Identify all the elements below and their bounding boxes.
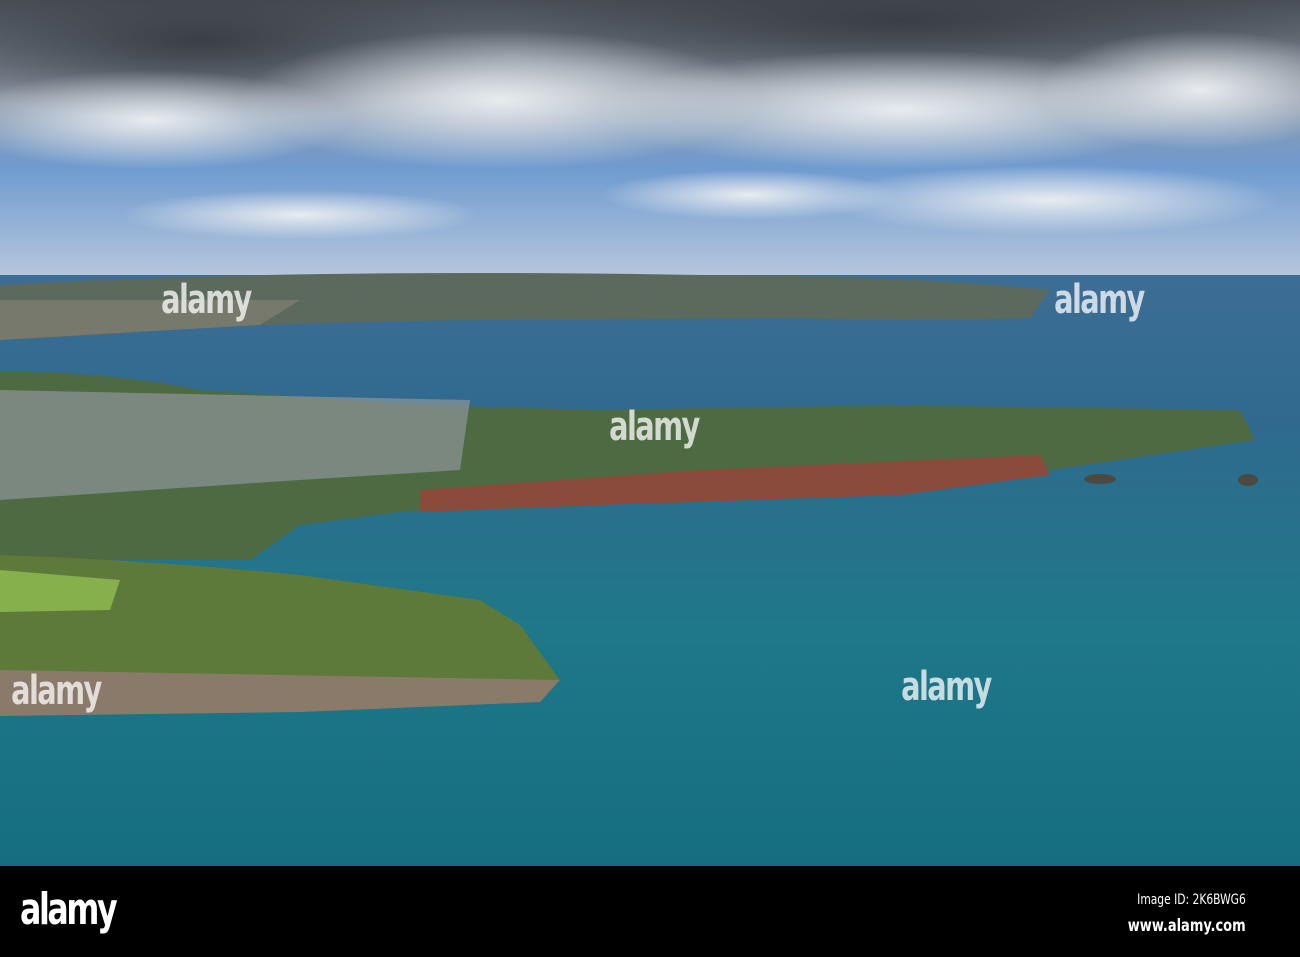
- footer-bar: alamy Image ID: 2K6BWG6 www.alamy.com: [0, 866, 1300, 957]
- image-id: Image ID: 2K6BWG6: [1137, 892, 1246, 908]
- watermark: alamy: [11, 668, 102, 714]
- alamy-logo: alamy: [20, 884, 118, 935]
- watermark: alamy: [161, 277, 252, 323]
- watermark: alamy: [901, 664, 992, 710]
- watermark: alamy: [609, 404, 700, 450]
- clouds: [0, 0, 1300, 240]
- site-url[interactable]: www.alamy.com: [1128, 916, 1246, 936]
- watermark: alamy: [1054, 277, 1145, 323]
